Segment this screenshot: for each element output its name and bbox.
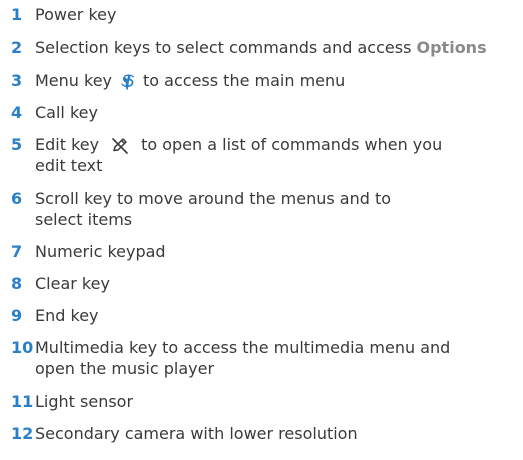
item-text: to open a list of commands when you [141,135,443,154]
item-line: select items [35,210,133,229]
menu-key-icon [120,73,136,91]
item-description: Light sensor [35,391,520,412]
item-text: to access the main menu [143,71,346,90]
item-line: Edit key to open a list of commands when … [35,134,520,155]
item-description: Numeric keypad [35,241,520,262]
item-description: Scroll key to move around the menus and … [35,188,520,230]
item-line: Menu key to access the main menu [35,70,520,91]
item-line: Clear key [35,274,110,293]
options-softkey-label: Options [416,38,487,57]
item-line: End key [35,306,99,325]
item-text: Edit key [35,135,100,154]
item-description: Call key [35,102,520,123]
item-description: Multimedia key to access the multimedia … [35,337,520,379]
item-line: Secondary camera with lower resolution [35,424,358,443]
edit-key-icon [111,137,129,154]
item-line: Scroll key to move around the menus and … [35,189,392,208]
item-description: Power key [35,4,520,25]
item-line: open the music player [35,359,215,378]
item-description: Menu key to access the main menu [35,70,520,91]
item-text: Menu key [35,71,113,90]
item-description: Selection keys to select commands and ac… [35,37,520,58]
item-line: Light sensor [35,392,134,411]
item-text: Selection keys to select commands and ac… [35,38,417,57]
item-line: edit text [35,156,103,175]
item-line: Multimedia key to access the multimedia … [35,338,451,357]
item-description: Clear key [35,273,520,294]
item-description: Edit key to open a list of commands when … [35,134,520,176]
item-line: Power key [35,5,117,24]
item-line: Numeric keypad [35,242,166,261]
item-description: End key [35,305,520,326]
item-description: Secondary camera with lower resolution [35,423,520,444]
item-line: Call key [35,103,98,122]
item-line: Selection keys to select commands and ac… [35,37,520,58]
